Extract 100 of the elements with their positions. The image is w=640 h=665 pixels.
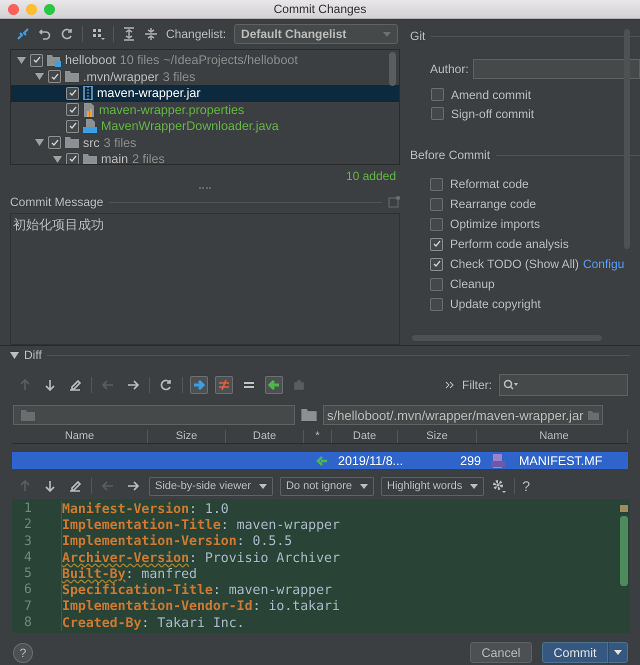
file-count: 2 files	[132, 152, 165, 164]
tree-item[interactable]: maven-wrapper.properties	[11, 102, 399, 118]
expand-arrow-icon[interactable]	[53, 154, 62, 164]
tree-item[interactable]: MavenWrapperDownloader.java	[11, 118, 399, 134]
checkmark-icon	[68, 121, 78, 132]
help-button[interactable]: ?	[13, 642, 33, 662]
table-cell-text: 299	[459, 454, 482, 468]
file-name: .mvn/wrapper	[83, 70, 159, 84]
commit-button[interactable]: Commit	[542, 642, 608, 663]
undo-icon[interactable]	[38, 27, 52, 41]
expand-arrow-icon[interactable]	[17, 56, 26, 65]
left-arrow-icon	[316, 456, 328, 466]
file-count: 3 files	[162, 70, 196, 84]
option-label: Sign-off commit	[451, 106, 534, 120]
scrollbar[interactable]	[389, 52, 396, 86]
section-title: Git	[410, 29, 426, 43]
left-path-field[interactable]	[13, 405, 295, 425]
checkbox[interactable]	[430, 238, 443, 250]
expand-arrow-icon[interactable]	[35, 138, 44, 148]
arrows-icon[interactable]	[16, 27, 30, 41]
collapse-all-icon[interactable]	[144, 27, 158, 41]
commit-options-button[interactable]	[608, 642, 628, 663]
line-number: 2	[12, 517, 62, 534]
window-title: Commit Changes	[274, 2, 366, 16]
archive-icon	[83, 86, 93, 100]
code-line: Created-By: Takari Inc.	[62, 616, 245, 631]
tree-item[interactable]: helloboot 10 files ~/IdeaProjects/helloboot	[11, 52, 399, 68]
checkmark-icon	[68, 104, 78, 115]
checkbox[interactable]	[430, 298, 443, 310]
checkbox[interactable]	[66, 86, 79, 100]
checkbox[interactable]	[430, 218, 443, 230]
scrollbar[interactable]	[624, 29, 630, 249]
line-number: 1	[12, 501, 62, 518]
column-header[interactable]: Size	[148, 430, 226, 443]
column-header[interactable]: Date	[332, 430, 398, 443]
column-header[interactable]: *	[304, 430, 332, 443]
checkbox[interactable]	[48, 136, 61, 150]
table-row[interactable]: 2019/11/8... 299 MANIFEST.MF	[12, 452, 628, 469]
right-path-field[interactable]: s/helloboot/.mvn/wrapper/maven-wrapper.jar	[323, 405, 603, 425]
table-cell-text: 2019/11/8...	[337, 454, 403, 468]
cancel-button[interactable]: Cancel	[470, 642, 532, 663]
scrollbar[interactable]	[620, 516, 628, 586]
line-number: 5	[12, 566, 62, 582]
code-line: Manifest-Version: 1.0	[62, 502, 229, 517]
option-label: Cleanup	[450, 277, 495, 291]
checkbox[interactable]	[430, 178, 443, 190]
author-field[interactable]	[472, 59, 640, 79]
line-number: 8	[12, 615, 62, 632]
section-title: Before Commit	[410, 148, 490, 162]
expand-all-icon[interactable]	[122, 27, 136, 41]
column-header[interactable]: Date	[226, 430, 304, 443]
checkbox[interactable]	[48, 70, 61, 84]
expand-arrow-icon[interactable]	[35, 72, 44, 82]
checkbox[interactable]	[66, 152, 79, 164]
tree-item[interactable]: src 3 files	[11, 134, 399, 151]
file-name: maven-wrapper.jar	[97, 86, 201, 100]
group-icon[interactable]	[91, 27, 105, 41]
checkbox[interactable]	[30, 54, 43, 67]
section-title: Diff	[24, 348, 42, 362]
checkmark-icon	[68, 154, 78, 164]
checkmark-icon	[50, 138, 60, 148]
tree-item[interactable]: .mvn/wrapper 3 files	[11, 68, 399, 85]
settings-icon[interactable]	[491, 478, 508, 494]
tree-item[interactable]: maven-wrapper.jar	[11, 85, 399, 102]
module-folder-icon	[47, 54, 61, 67]
commit-message-field[interactable]: 初始化项目成功	[10, 213, 400, 345]
changelist-dropdown[interactable]: Default Changelist	[234, 24, 398, 44]
refresh-icon[interactable]	[60, 27, 74, 41]
column-header[interactable]: Name	[477, 430, 628, 443]
double-chevron-icon[interactable]	[445, 380, 455, 390]
caret-icon	[470, 484, 478, 488]
column-header[interactable]: Size	[398, 430, 477, 443]
checkbox[interactable]	[430, 258, 443, 270]
change-marker	[620, 505, 628, 512]
viewer-dropdown[interactable]: Side-by-side viewer	[149, 476, 273, 496]
help-button[interactable]: ?	[522, 478, 530, 494]
option-label: Amend commit	[451, 88, 532, 102]
viewer-dropdown[interactable]: Highlight words	[381, 476, 484, 496]
column-header[interactable]: Name	[12, 430, 148, 443]
checkbox[interactable]	[431, 107, 444, 120]
checkbox[interactable]	[431, 88, 444, 101]
configure-link[interactable]: Configu	[582, 257, 624, 271]
checkbox[interactable]	[430, 278, 443, 290]
filter-field[interactable]	[499, 374, 628, 396]
checkbox[interactable]	[430, 198, 443, 210]
checkmark-icon	[68, 88, 78, 98]
expand-arrow-icon[interactable]	[10, 350, 19, 360]
checkbox[interactable]	[66, 103, 79, 116]
filter-label: Filter:	[462, 378, 492, 392]
checkbox[interactable]	[66, 120, 79, 133]
option-label: Optimize imports	[450, 217, 540, 231]
not-equal-icon[interactable]	[215, 376, 233, 394]
manifest-file-icon	[491, 454, 505, 468]
java-file-icon	[83, 119, 97, 134]
tree-item[interactable]: main 2 files	[11, 151, 399, 164]
folder-icon	[65, 137, 79, 148]
close-button[interactable]	[8, 4, 19, 15]
viewer-dropdown[interactable]: Do not ignore	[280, 476, 374, 496]
code-line: Implementation-Version: 0.5.5	[62, 534, 292, 550]
added-count: 10 added	[344, 168, 397, 185]
